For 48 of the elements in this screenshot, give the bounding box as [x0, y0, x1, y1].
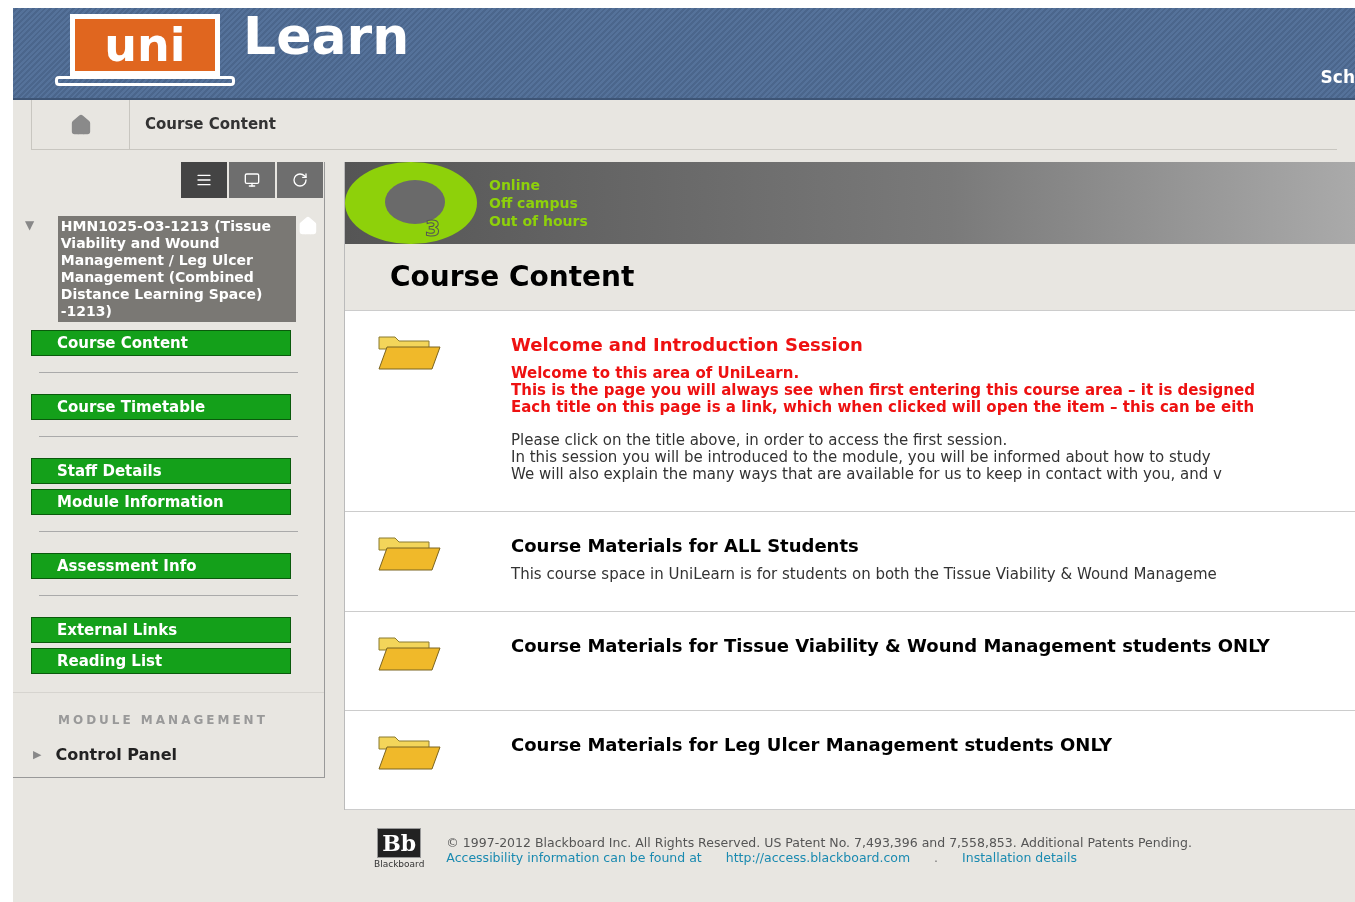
- banner-text: Out of hours: [489, 212, 588, 230]
- menu-item[interactable]: Module Information: [31, 489, 291, 515]
- collapse-caret-icon[interactable]: ▼: [25, 216, 58, 234]
- window-icon: [244, 172, 260, 188]
- menu-item[interactable]: Course Content: [31, 330, 291, 356]
- separator-text: .: [934, 849, 939, 865]
- footer-link[interactable]: Installation details: [962, 849, 1077, 865]
- logo-caption: Blackboard: [374, 858, 425, 871]
- control-panel-link[interactable]: Control Panel: [55, 743, 177, 767]
- menu-item[interactable]: External Links: [31, 617, 291, 643]
- header-text: Sch: [1320, 65, 1355, 89]
- item-description: This course space in UniLearn is for students on both the Tissue Viability & Wound Manageme: [511, 566, 1217, 583]
- refresh-icon: [292, 172, 308, 188]
- footer-link[interactable]: http://access.blackboard.com: [725, 849, 911, 865]
- menu-item[interactable]: Reading List: [31, 648, 291, 674]
- banner-text: Online: [489, 176, 541, 194]
- folder-icon: [377, 634, 441, 672]
- expand-caret-icon[interactable]: ▶: [33, 746, 42, 764]
- breadcrumb-item[interactable]: Course Content: [130, 113, 276, 136]
- item-title-link[interactable]: Welcome and Introduction Session: [511, 333, 1255, 357]
- copyright-text: © 1997-2012 Blackboard Inc. All Rights Reserved. US Patent No. 7,493,396 and 7,558,853. Additional Patents Pending.: [446, 834, 1192, 850]
- list-icon: [196, 172, 212, 188]
- item-description: Each title on this page is a link, which when clicked will open the item – this can be eith: [511, 399, 1255, 416]
- item-description: This is the page you will always see when first entering this course area – it is designed: [511, 382, 1255, 399]
- sidebar-tab[interactable]: [229, 162, 275, 198]
- item-description: Welcome to this area of UniLearn.: [511, 365, 801, 382]
- item-description: In this session you will be introduced to the module, you will be informed about how to study: [511, 449, 1212, 466]
- logo-text: Learn: [243, 10, 410, 62]
- folder-icon: [377, 733, 441, 771]
- blackboard-logo: Bb: [377, 828, 422, 858]
- menu-item[interactable]: Staff Details: [31, 458, 291, 484]
- folder-icon: [377, 534, 441, 572]
- item-title-link[interactable]: Course Materials for Leg Ulcer Management students ONLY: [511, 733, 1113, 757]
- home-icon[interactable]: [69, 113, 92, 136]
- item-title-link[interactable]: Course Materials for Tissue Viability & Wound Management students ONLY: [511, 634, 1270, 658]
- item-title-link[interactable]: Course Materials for ALL Students: [511, 534, 1217, 558]
- item-description: We will also explain the many ways that are available for us to keep in contact with you, and v: [511, 466, 1223, 483]
- banner-text: Off campus: [489, 194, 579, 212]
- section-heading: MODULE MANAGEMENT: [57, 712, 269, 729]
- sidebar-tab[interactable]: [181, 162, 227, 198]
- menu-item[interactable]: Course Timetable: [31, 394, 291, 420]
- course-title[interactable]: HMN1025-O3-1213 (Tissue Viability and Wound Management / Leg Ulcer Management (Combined Distance Learning Space) -1213): [57, 216, 297, 322]
- footer-link[interactable]: Accessibility information can be found at: [446, 849, 702, 865]
- folder-icon: [377, 333, 441, 371]
- item-description: Please click on the title above, in order to access the first session.: [511, 432, 1009, 449]
- sidebar-tab[interactable]: [277, 162, 323, 198]
- laptop-logo: uni: [55, 14, 235, 86]
- menu-item[interactable]: Assessment Info: [31, 553, 291, 579]
